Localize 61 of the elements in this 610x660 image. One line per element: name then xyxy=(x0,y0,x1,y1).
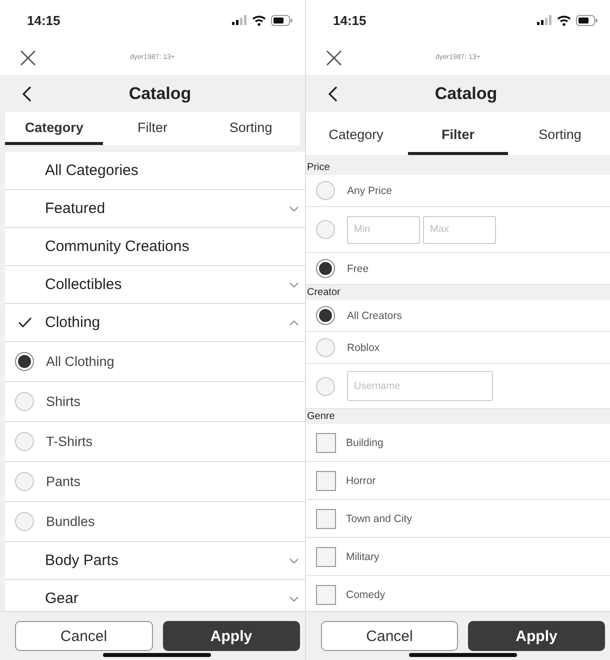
cancel-button[interactable]: Cancel xyxy=(321,621,458,651)
battery-icon xyxy=(576,14,598,26)
page-title: Catalog xyxy=(128,84,192,104)
tab[interactable]: Category xyxy=(5,112,104,145)
category-row[interactable]: Collectibles xyxy=(5,266,305,304)
signal-icon xyxy=(232,15,247,25)
category-row[interactable]: Clothing xyxy=(5,304,305,342)
radio-button[interactable] xyxy=(15,472,34,491)
checkbox[interactable] xyxy=(316,508,336,528)
radio-button[interactable] xyxy=(15,432,34,451)
checkbox[interactable] xyxy=(316,546,336,566)
category-row[interactable]: Community Creations xyxy=(5,228,305,266)
option-label: Horror xyxy=(346,474,376,486)
close-icon[interactable] xyxy=(20,50,36,66)
option-label: Military xyxy=(346,550,380,562)
option-label: Any Price xyxy=(347,184,392,196)
close-icon[interactable] xyxy=(326,50,342,66)
radio-button[interactable] xyxy=(15,392,34,411)
option-label: Bundles xyxy=(46,514,95,529)
max-price-field[interactable]: Max xyxy=(423,216,496,244)
category-row[interactable]: Body Parts xyxy=(5,542,305,580)
checkbox[interactable] xyxy=(316,470,336,490)
checkbox[interactable] xyxy=(316,432,336,452)
radio-button[interactable] xyxy=(15,512,34,531)
option-label: Shirts xyxy=(46,394,81,409)
option-label: All Clothing xyxy=(46,354,114,369)
page-title: Catalog xyxy=(434,84,498,104)
wifi-icon xyxy=(557,14,571,26)
option-label: T-Shirts xyxy=(46,434,93,449)
category-row[interactable]: All Categories xyxy=(5,152,305,190)
battery-icon xyxy=(271,14,293,26)
option-label: Comedy xyxy=(346,588,386,600)
option-label: Town and City xyxy=(346,512,412,524)
apply-button[interactable]: Apply xyxy=(162,621,300,651)
back-icon[interactable] xyxy=(328,86,338,102)
tab[interactable]: Sorting xyxy=(202,112,300,145)
option-label: Building xyxy=(346,436,384,448)
status-time: 14:15 xyxy=(333,12,366,28)
username-field[interactable]: Username xyxy=(347,371,493,401)
min-price-field[interactable]: Min xyxy=(347,216,420,244)
back-icon[interactable] xyxy=(22,86,32,102)
option-label: Pants xyxy=(46,474,81,489)
option-label: Roblox xyxy=(347,342,380,354)
cancel-button[interactable]: Cancel xyxy=(15,621,152,651)
apply-button[interactable]: Apply xyxy=(468,621,605,651)
option-label: All Creators xyxy=(347,310,402,322)
radio-button[interactable] xyxy=(316,259,335,278)
wifi-icon xyxy=(252,14,266,26)
tab[interactable]: Filter xyxy=(103,112,202,145)
radio-button[interactable] xyxy=(316,338,335,357)
radio-button[interactable] xyxy=(316,306,335,325)
checkbox[interactable] xyxy=(316,584,336,604)
radio-button[interactable] xyxy=(15,352,34,371)
category-row[interactable]: Gear xyxy=(5,580,305,611)
signal-icon xyxy=(537,15,552,25)
category-row[interactable]: Featured xyxy=(5,190,305,228)
radio-button[interactable] xyxy=(316,181,335,200)
radio-button[interactable] xyxy=(316,376,335,396)
status-time: 14:15 xyxy=(27,12,60,28)
option-label: Free xyxy=(347,262,369,274)
radio-button[interactable] xyxy=(316,220,335,239)
